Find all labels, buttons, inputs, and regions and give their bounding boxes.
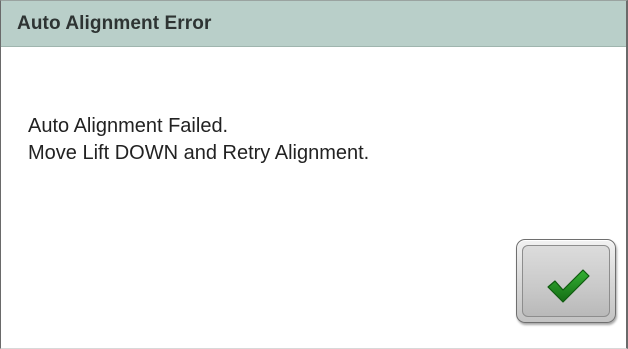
- checkmark-icon: [547, 269, 590, 303]
- error-message-line-1: Auto Alignment Failed.: [28, 115, 229, 137]
- ok-confirm-button[interactable]: [516, 239, 616, 323]
- alignment-error-dialog: Auto Alignment Error Auto Alignment Fail…: [0, 0, 628, 349]
- dialog-title-bar: Auto Alignment Error: [1, 1, 626, 47]
- ok-button-face[interactable]: [522, 245, 610, 317]
- error-message-line-2: Move Lift DOWN and Retry Alignment.: [28, 142, 370, 164]
- error-message: Auto Alignment Failed. Move Lift DOWN an…: [28, 113, 369, 167]
- dialog-title: Auto Alignment Error: [17, 13, 212, 34]
